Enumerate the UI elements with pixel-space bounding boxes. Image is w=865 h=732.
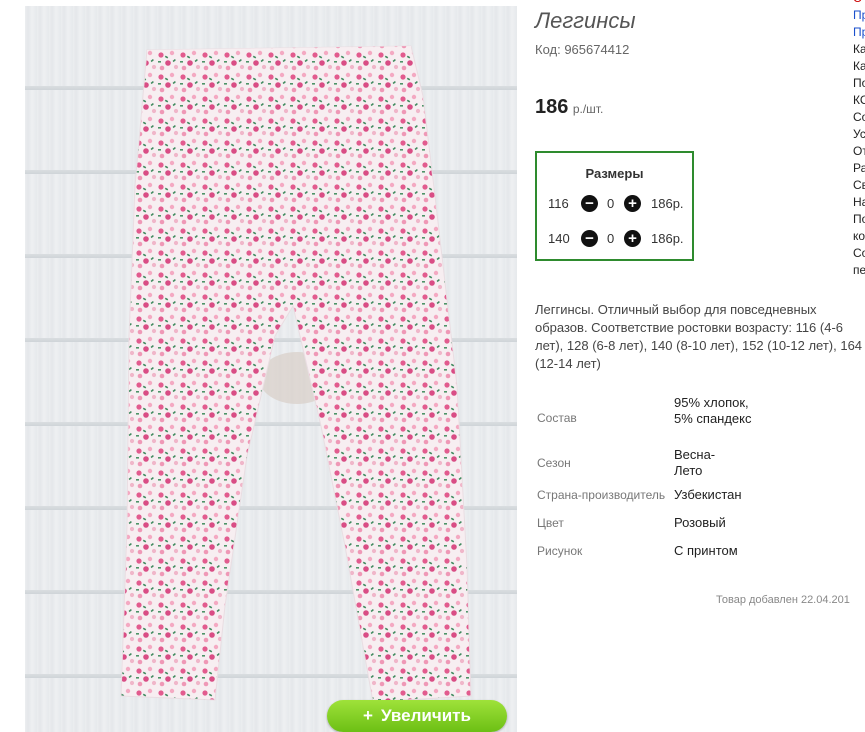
sidebar-item: Со [853, 246, 865, 260]
sidebar-link[interactable]: Пр [853, 24, 865, 41]
property-key: Сезон [537, 456, 571, 470]
product-description: Леггинсы. Отличный выбор для повседневны… [535, 302, 863, 371]
product-title: Леггинсы [535, 8, 636, 33]
sidebar-item: Со [853, 110, 865, 124]
sidebar-item: пе [853, 263, 865, 277]
price-unit: р./шт. [572, 102, 604, 116]
size-label: 140 [548, 231, 570, 246]
sidebar-item: Ра [853, 161, 865, 175]
size-label: 116 [548, 196, 569, 211]
sidebar-item: От [853, 144, 865, 158]
sizes-header: Размеры [585, 166, 644, 181]
property-value: 95% хлопок, 5% спандекс [674, 395, 752, 426]
leggings-image [120, 45, 472, 703]
plus-icon[interactable]: + [624, 230, 641, 247]
size-row: 140 − 0 + 186р. [537, 229, 692, 249]
added-date: Товар добавлен 22.04.201 [716, 594, 850, 606]
property-key: Цвет [537, 516, 564, 530]
plus-icon: + [363, 706, 373, 725]
sidebar-menu: С Пр Пр Ка Ка По КС Со Ус От Ра Св На По… [853, 0, 865, 279]
size-quantity[interactable]: 0 [607, 231, 614, 246]
size-quantity[interactable]: 0 [607, 196, 614, 211]
sidebar-item: Ус [853, 127, 865, 141]
sidebar-item: Св [853, 178, 865, 192]
sidebar-item: ко [853, 229, 865, 243]
property-value: Весна-Лето [674, 447, 716, 478]
sidebar-item: По [853, 76, 865, 90]
property-value: Розовый [674, 515, 726, 530]
zoom-label: Увеличить [380, 706, 471, 725]
sidebar-item: Ка [853, 59, 865, 73]
property-value: С принтом [674, 543, 738, 558]
property-key: Страна-производитель [537, 488, 666, 502]
size-row: 116 − 0 + 186р. [537, 194, 692, 214]
product-photo[interactable]: + Увеличить [25, 6, 517, 732]
product-price: 186 р./шт. [535, 96, 603, 119]
property-key: Состав [537, 411, 577, 425]
price-value: 186 [535, 96, 569, 118]
minus-icon[interactable]: − [581, 195, 598, 212]
plus-icon[interactable]: + [624, 195, 641, 212]
sidebar-item: Ка [853, 42, 865, 56]
sidebar-link[interactable]: С [853, 0, 865, 7]
property-value: Узбекистан [674, 487, 742, 502]
sizes-box: Размеры 116 − 0 + 186р. 140 − 0 + 186р. [535, 151, 694, 261]
property-key: Рисунок [537, 544, 583, 558]
size-price: 186р. [651, 196, 684, 211]
sidebar-item: На [853, 195, 865, 209]
sidebar-item: КС [853, 93, 865, 107]
minus-icon[interactable]: − [581, 230, 598, 247]
zoom-button[interactable]: + Увеличить [327, 700, 507, 732]
sidebar-item: По [853, 212, 865, 226]
sidebar-link[interactable]: Пр [853, 7, 865, 24]
product-code: Код: 965674412 [535, 42, 630, 57]
size-price: 186р. [651, 231, 684, 246]
